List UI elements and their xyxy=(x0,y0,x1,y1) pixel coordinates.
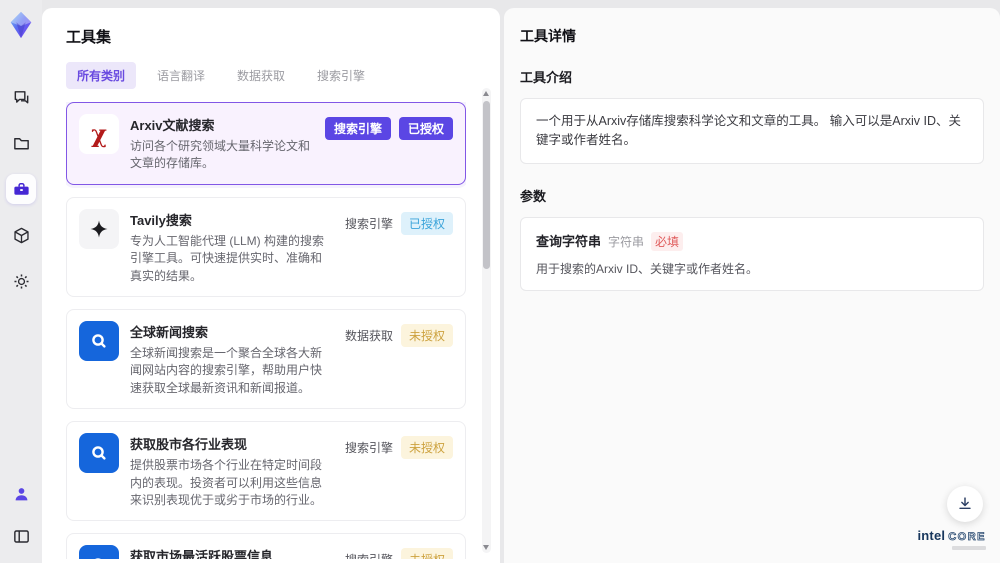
tool-name: Arxiv文献搜索 xyxy=(130,118,215,133)
tool-name: 获取市场最活跃股票信息 xyxy=(130,549,274,559)
tool-card-body: 获取股市各行业表现 提供股票市场各个行业在特定时间段内的表现。投资者可以利用这些… xyxy=(130,433,334,509)
tool-card-body: 全球新闻搜索 全球新闻搜索是一个聚合全球各大新闻网站内容的搜索引擎，帮助用户快速… xyxy=(130,321,334,397)
tab-all-categories[interactable]: 所有类别 xyxy=(66,62,137,89)
tool-list-scrollbar[interactable] xyxy=(482,88,491,553)
sidebar-item-files[interactable] xyxy=(6,128,36,158)
tool-name: 全球新闻搜索 xyxy=(130,324,209,340)
tool-card-body: Arxiv文献搜索 访问各个研究领域大量科学论文和文章的存储库。 xyxy=(130,114,314,173)
user-icon xyxy=(15,487,27,500)
tool-description: 全球新闻搜索是一个聚合全球各大新闻网站内容的搜索引擎，帮助用户快速获取全球最新资… xyxy=(130,345,323,395)
intel-brand-text: intel xyxy=(917,528,946,543)
category-badge: 搜索引擎 xyxy=(344,441,393,456)
details-title: 工具详情 xyxy=(520,28,576,44)
intel-core-logo: intel core xyxy=(917,529,986,550)
tools-panel: 工具集 所有类别 语言翻译 数据获取 搜索引擎 χ Arxiv文献搜索 访问各个… xyxy=(42,8,500,563)
tool-card-arxiv[interactable]: χ Arxiv文献搜索 访问各个研究领域大量科学论文和文章的存储库。 搜索引擎 … xyxy=(66,102,466,185)
settings-icon xyxy=(13,273,29,289)
sidebar-item-chat[interactable] xyxy=(6,82,36,112)
app-logo-diamond-icon xyxy=(10,11,32,39)
sidebar-item-user[interactable] xyxy=(6,479,36,509)
search-blue-icon xyxy=(79,320,119,361)
scroll-up-icon[interactable] xyxy=(483,91,489,96)
auth-status-badge: 未授权 xyxy=(400,436,453,460)
toolbox-icon xyxy=(13,182,29,195)
sidebar-item-settings[interactable] xyxy=(6,266,36,296)
tab-search-engine[interactable]: 搜索引擎 xyxy=(306,62,376,89)
chat-icon xyxy=(14,90,28,103)
parameter-type: 字符串 xyxy=(608,234,645,249)
tool-badges: 搜索引擎 未授权 xyxy=(344,433,453,460)
tool-card-global-news[interactable]: 全球新闻搜索 全球新闻搜索是一个聚合全球各大新闻网站内容的搜索引擎，帮助用户快速… xyxy=(66,308,466,410)
intro-section-title: 工具介绍 xyxy=(520,70,573,85)
tool-badges: 数据获取 未授权 xyxy=(345,321,453,347)
tool-card-body: Tavily搜索 专为人工智能代理 (LLM) 构建的搜索引擎工具。可快速提供实… xyxy=(130,209,334,285)
tool-name: 获取股市各行业表现 xyxy=(130,437,248,453)
download-button[interactable] xyxy=(947,486,983,522)
tool-badges: 搜索引擎 已授权 xyxy=(324,114,453,140)
category-badge: 数据获取 xyxy=(344,328,393,343)
tool-description: 提供股票市场各个行业在特定时间段内的表现。投资者可以利用这些信息来识别表现优于或… xyxy=(130,458,323,507)
intel-logo-underbar xyxy=(952,546,986,550)
page-title: 工具集 xyxy=(66,29,112,46)
arxiv-chi-icon: χ xyxy=(79,114,119,154)
package-icon xyxy=(13,227,29,243)
parameter-description: 用于搜索的Arxiv ID、关键字或作者姓名。 xyxy=(536,261,759,276)
auth-status-badge: 已授权 xyxy=(400,211,453,235)
app-logo[interactable] xyxy=(4,8,38,42)
download-icon xyxy=(959,497,971,510)
tool-badges: 搜索引擎 已授权 xyxy=(345,209,453,235)
search-blue-icon xyxy=(79,545,119,559)
tool-list: χ Arxiv文献搜索 访问各个研究领域大量科学论文和文章的存储库。 搜索引擎 … xyxy=(66,102,466,559)
tool-badges: 搜索引擎 未授权 xyxy=(345,545,453,559)
search-blue-icon xyxy=(79,433,119,474)
auth-status-badge: 未授权 xyxy=(400,548,453,559)
panel-icon xyxy=(13,529,29,543)
tool-description: 访问各个研究领域大量科学论文和文章的存储库。 xyxy=(130,139,311,171)
category-tabs: 所有类别 语言翻译 数据获取 搜索引擎 xyxy=(66,62,466,89)
sidebar-rail xyxy=(0,0,42,563)
parameter-name: 查询字符串 xyxy=(536,233,602,249)
sidebar-item-tools[interactable] xyxy=(6,174,36,204)
scrollbar-thumb[interactable] xyxy=(483,101,490,269)
tab-language-translation[interactable]: 语言翻译 xyxy=(146,62,216,89)
parameter-box: 查询字符串 字符串 必填 用于搜索的Arxiv ID、关键字或作者姓名。 xyxy=(520,216,984,291)
category-badge: 搜索引擎 xyxy=(345,551,393,559)
tool-intro-box: 一个用于从Arxiv存储库搜索科学论文和文章的工具。 输入可以是Arxiv ID… xyxy=(520,98,984,164)
auth-status-badge: 未授权 xyxy=(400,323,453,347)
folder-icon xyxy=(13,137,29,149)
tool-card-body: 获取市场最活跃股票信息 提供当天交易量最高的股票列表，投资者可以利用这些信息来识… xyxy=(130,545,334,559)
category-badge: 搜索引擎 xyxy=(324,117,391,140)
sidebar-item-packages[interactable] xyxy=(6,220,36,250)
star-icon xyxy=(79,208,119,249)
tool-card-sector-performance[interactable]: 获取股市各行业表现 提供股票市场各个行业在特定时间段内的表现。投资者可以利用这些… xyxy=(66,421,466,522)
auth-status-badge: 已授权 xyxy=(398,117,453,140)
params-section-title: 参数 xyxy=(520,188,547,204)
scroll-down-icon[interactable] xyxy=(483,545,489,550)
tool-name: Tavily搜索 xyxy=(130,212,192,228)
parameter-header: 查询字符串 字符串 必填 xyxy=(536,231,968,251)
tab-data-acquisition[interactable]: 数据获取 xyxy=(226,62,296,89)
core-brand-text: core xyxy=(948,531,986,543)
required-badge: 必填 xyxy=(651,231,684,251)
tool-card-active-stocks[interactable]: 获取市场最活跃股票信息 提供当天交易量最高的股票列表，投资者可以利用这些信息来识… xyxy=(66,533,466,559)
category-badge: 搜索引擎 xyxy=(344,216,393,231)
sidebar-item-panel-toggle[interactable] xyxy=(6,521,36,551)
tool-card-tavily[interactable]: Tavily搜索 专为人工智能代理 (LLM) 构建的搜索引擎工具。可快速提供实… xyxy=(66,196,466,297)
tool-details-panel: 工具详情 工具介绍 一个用于从Arxiv存储库搜索科学论文和文章的工具。 输入可… xyxy=(504,8,1000,563)
tool-description: 专为人工智能代理 (LLM) 构建的搜索引擎工具。可快速提供实时、准确和真实的结… xyxy=(130,233,325,283)
